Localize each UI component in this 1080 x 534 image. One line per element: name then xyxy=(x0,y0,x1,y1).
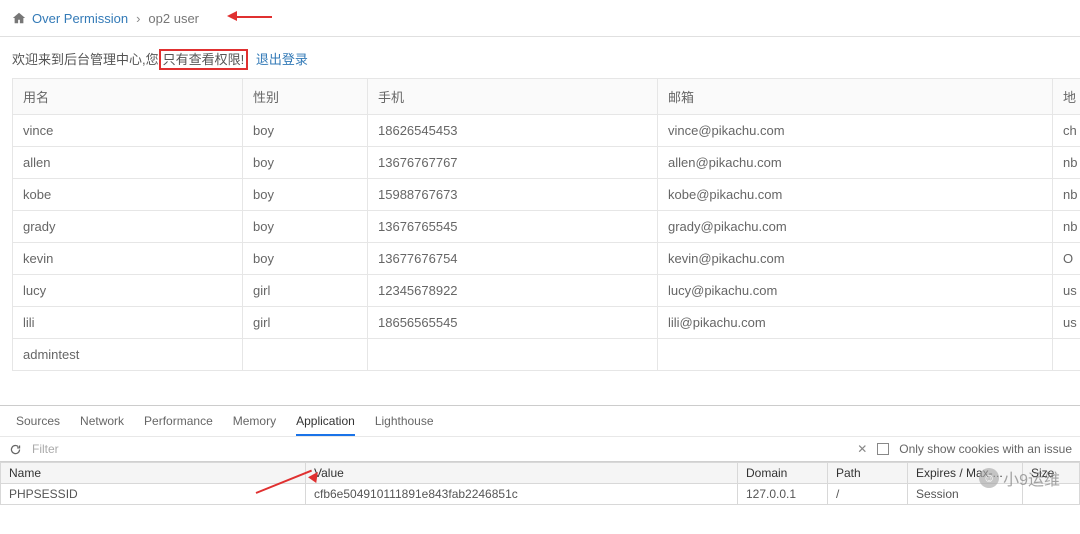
cell-addr: nb xyxy=(1053,147,1080,179)
cell-name: grady xyxy=(13,211,243,243)
welcome-text: 欢迎来到后台管理中心,您只有查看权限! 退出登录 xyxy=(0,37,1080,78)
cell-phone xyxy=(368,339,658,371)
th-gender: 性别 xyxy=(243,79,368,115)
cookie-table: Name Value Domain Path Expires / Max-...… xyxy=(0,462,1080,505)
filter-settings-icon[interactable] xyxy=(833,441,847,458)
cell-addr: nb xyxy=(1053,179,1080,211)
cell-gender: girl xyxy=(243,275,368,307)
ck-path: / xyxy=(828,484,908,505)
cell-name: admintest xyxy=(13,339,243,371)
table-row: admintest xyxy=(13,339,1080,371)
cell-addr: nb xyxy=(1053,211,1080,243)
ck-th-path[interactable]: Path xyxy=(828,463,908,484)
table-row: vinceboy18626545453vince@pikachu.comch xyxy=(13,115,1080,147)
clear-icon[interactable]: ✕ xyxy=(857,442,867,456)
table-row: kevinboy13677676754kevin@pikachu.comO xyxy=(13,243,1080,275)
cell-gender: boy xyxy=(243,243,368,275)
user-table: 用名 性别 手机 邮箱 地 vinceboy18626545453vince@p… xyxy=(12,78,1080,371)
tab-application[interactable]: Application xyxy=(296,411,355,436)
cell-email: kobe@pikachu.com xyxy=(658,179,1053,211)
cell-name: kevin xyxy=(13,243,243,275)
cell-email: lucy@pikachu.com xyxy=(658,275,1053,307)
cell-email: lili@pikachu.com xyxy=(658,307,1053,339)
cell-addr: us xyxy=(1053,275,1080,307)
ck-domain: 127.0.0.1 xyxy=(738,484,828,505)
cell-addr: O xyxy=(1053,243,1080,275)
cell-name: lucy xyxy=(13,275,243,307)
tab-memory[interactable]: Memory xyxy=(233,411,276,436)
th-email: 邮箱 xyxy=(658,79,1053,115)
cell-phone: 15988767673 xyxy=(368,179,658,211)
cookie-header-row: Name Value Domain Path Expires / Max-...… xyxy=(1,463,1080,484)
table-row: lucygirl12345678922lucy@pikachu.comus xyxy=(13,275,1080,307)
ck-value: cfb6e504910111891e843fab2246851c xyxy=(306,484,738,505)
table-row: gradyboy13676765545grady@pikachu.comnb xyxy=(13,211,1080,243)
annotation-arrow-icon xyxy=(227,8,272,26)
cell-email: kevin@pikachu.com xyxy=(658,243,1053,275)
tab-lighthouse[interactable]: Lighthouse xyxy=(375,411,434,436)
cell-phone: 13676767767 xyxy=(368,147,658,179)
refresh-icon[interactable] xyxy=(8,442,22,456)
table-body: vinceboy18626545453vince@pikachu.comchal… xyxy=(13,115,1080,371)
table-row: liligirl18656565545lili@pikachu.comus xyxy=(13,307,1080,339)
tab-sources[interactable]: Sources xyxy=(16,411,60,436)
devtools-tabs: Sources Network Performance Memory Appli… xyxy=(0,406,1080,436)
ck-th-size[interactable]: Size xyxy=(1023,463,1080,484)
cell-name: kobe xyxy=(13,179,243,211)
cell-gender xyxy=(243,339,368,371)
cell-email xyxy=(658,339,1053,371)
logout-link[interactable]: 退出登录 xyxy=(256,52,308,67)
tab-network[interactable]: Network xyxy=(80,411,124,436)
cell-addr: ch xyxy=(1053,115,1080,147)
table-header-row: 用名 性别 手机 邮箱 地 xyxy=(13,79,1080,115)
cookie-body: PHPSESSID cfb6e504910111891e843fab224685… xyxy=(1,484,1080,505)
table-row: allenboy13676767767allen@pikachu.comnb xyxy=(13,147,1080,179)
cell-phone: 18656565545 xyxy=(368,307,658,339)
th-addr: 地 xyxy=(1053,79,1080,115)
welcome-prefix: 欢迎来到后台管理中心,您 xyxy=(12,52,159,67)
th-name: 用名 xyxy=(13,79,243,115)
cell-gender: boy xyxy=(243,115,368,147)
cell-name: vince xyxy=(13,115,243,147)
cell-phone: 13676765545 xyxy=(368,211,658,243)
breadcrumb-link-over-permission[interactable]: Over Permission xyxy=(32,11,128,26)
cell-gender: boy xyxy=(243,179,368,211)
ck-size xyxy=(1023,484,1080,505)
cell-email: allen@pikachu.com xyxy=(658,147,1053,179)
only-issue-label: Only show cookies with an issue xyxy=(899,442,1072,456)
only-issue-checkbox[interactable] xyxy=(877,443,889,455)
breadcrumb: Over Permission › op2 user xyxy=(0,0,1080,37)
devtools-filter-row: ✕ Only show cookies with an issue xyxy=(0,436,1080,462)
ck-name: PHPSESSID xyxy=(1,484,306,505)
ck-expires: Session xyxy=(908,484,1023,505)
cell-name: lili xyxy=(13,307,243,339)
cookie-row[interactable]: PHPSESSID cfb6e504910111891e843fab224685… xyxy=(1,484,1080,505)
th-phone: 手机 xyxy=(368,79,658,115)
cell-phone: 18626545453 xyxy=(368,115,658,147)
cell-gender: boy xyxy=(243,211,368,243)
user-table-wrap: 用名 性别 手机 邮箱 地 vinceboy18626545453vince@p… xyxy=(0,78,1080,371)
tab-performance[interactable]: Performance xyxy=(144,411,213,436)
home-icon[interactable] xyxy=(12,11,26,25)
cell-phone: 12345678922 xyxy=(368,275,658,307)
cell-email: vince@pikachu.com xyxy=(658,115,1053,147)
cell-phone: 13677676754 xyxy=(368,243,658,275)
ck-th-expires[interactable]: Expires / Max-... xyxy=(908,463,1023,484)
devtools-panel: Sources Network Performance Memory Appli… xyxy=(0,405,1080,534)
welcome-highlight: 只有查看权限! xyxy=(159,49,249,70)
breadcrumb-separator: › xyxy=(136,11,140,26)
filter-input[interactable] xyxy=(28,440,588,458)
cell-name: allen xyxy=(13,147,243,179)
cell-gender: boy xyxy=(243,147,368,179)
cell-addr: us xyxy=(1053,307,1080,339)
ck-th-domain[interactable]: Domain xyxy=(738,463,828,484)
cell-addr xyxy=(1053,339,1080,371)
ck-th-value[interactable]: Value xyxy=(306,463,738,484)
cell-email: grady@pikachu.com xyxy=(658,211,1053,243)
ck-th-name[interactable]: Name xyxy=(1,463,306,484)
breadcrumb-current: op2 user xyxy=(148,11,199,26)
cell-gender: girl xyxy=(243,307,368,339)
table-row: kobeboy15988767673kobe@pikachu.comnb xyxy=(13,179,1080,211)
